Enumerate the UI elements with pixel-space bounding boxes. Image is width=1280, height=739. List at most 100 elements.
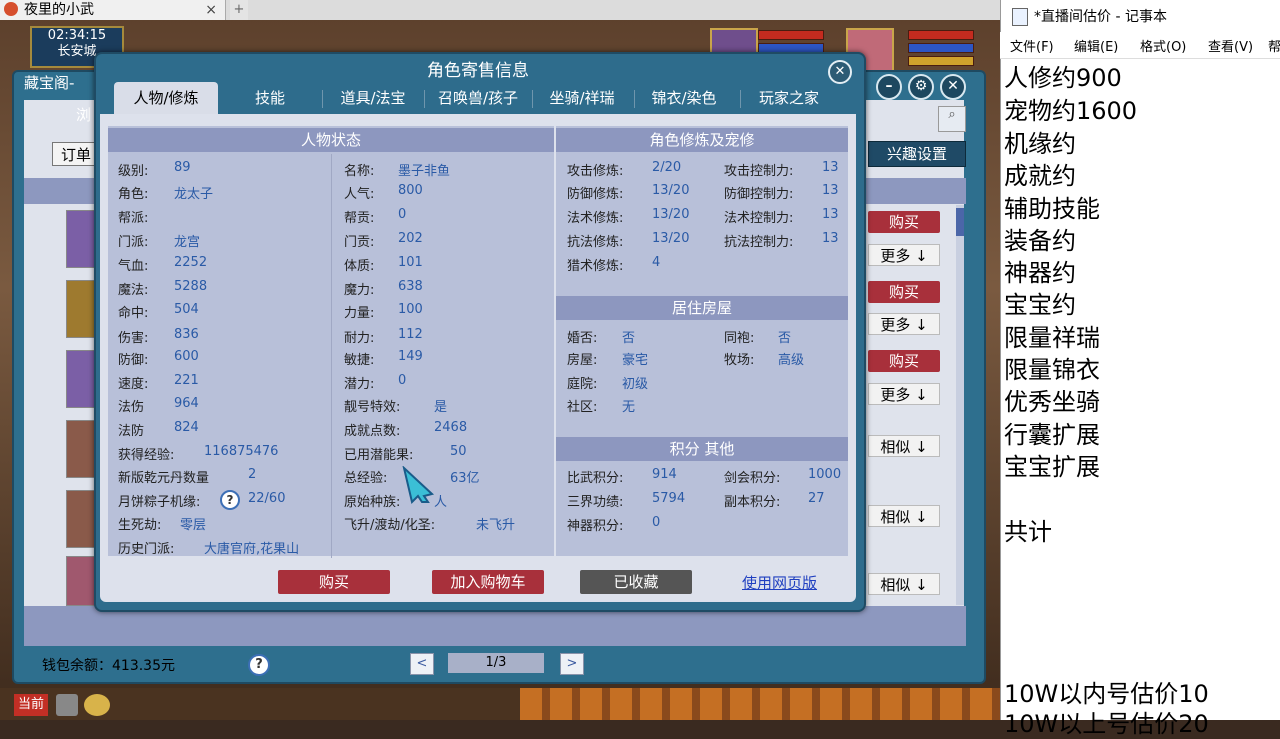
stat-row: 名称: (344, 160, 374, 179)
help-icon[interactable]: ? (248, 654, 270, 676)
close-tab-icon[interactable]: × (205, 0, 217, 20)
notepad-footer-line: 10W以上号估价20 (1004, 710, 1209, 738)
stat-label: 潜力: (344, 377, 375, 392)
tab-player-home[interactable]: 玩家之家 (742, 82, 836, 114)
stat-label: 角色: (118, 187, 149, 202)
list-scrollbar-thumb[interactable] (956, 208, 964, 236)
tab-outfits[interactable]: 锦衣/染色 (636, 82, 732, 114)
search-icon[interactable]: ⌕ (938, 106, 966, 132)
close-modal-icon[interactable]: ✕ (828, 60, 852, 84)
buy-button[interactable]: 购买 (868, 350, 940, 372)
stat-value-cell: 2252 (174, 255, 207, 270)
more-button[interactable]: 更多 ↓ (868, 313, 940, 335)
stat-row: 帮贡: (344, 207, 374, 226)
use-web-version-link[interactable]: 使用网页版 (742, 572, 817, 593)
game-toolbar-icons[interactable] (520, 688, 1000, 720)
minimize-icon[interactable]: – (876, 74, 902, 100)
stat-value: 豪宅 (622, 353, 649, 368)
modal-title: 角色寄售信息 (427, 61, 529, 81)
add-to-cart-button[interactable]: 加入购物车 (432, 570, 544, 594)
stat-label: 法伤 (118, 400, 145, 415)
list-scrollbar[interactable] (956, 205, 964, 605)
stat-value: 149 (398, 349, 423, 364)
menu-file[interactable]: 文件(F) (1010, 36, 1054, 55)
similar-button[interactable]: 相似 ↓ (868, 505, 940, 527)
stat-label: 靓号特效: (344, 400, 401, 415)
stat-value: 13 (822, 207, 839, 222)
settings-gear-icon[interactable]: ⚙ (908, 74, 934, 100)
favorited-button[interactable]: 已收藏 (580, 570, 692, 594)
similar-button[interactable]: 相似 ↓ (868, 573, 940, 595)
pet-status-bars (908, 30, 974, 69)
stat-value: 116875476 (204, 444, 279, 459)
emoji-icon[interactable] (84, 694, 110, 716)
stat-value-cell: 墨子非鱼 (398, 160, 450, 179)
notepad-line: 共计 (1004, 518, 1052, 546)
score-header: 积分 其他 (556, 437, 848, 461)
wallet-balance: 钱包余额：413.35元 (42, 658, 175, 674)
stat-row: 原始种族: (344, 491, 400, 510)
order-dropdown[interactable]: 订单 (52, 142, 100, 166)
tab-pets[interactable]: 召唤兽/孩子 (426, 82, 530, 114)
stat-label: 抗法控制力: (724, 235, 794, 250)
tab-character[interactable]: 人物/修炼 (114, 82, 218, 114)
stat-label: 抗法修炼: (567, 235, 624, 250)
stat-value-cell: 无 (622, 396, 635, 415)
microphone-icon[interactable] (56, 694, 78, 716)
stat-value-cell: 4 (652, 255, 660, 270)
buy-button[interactable]: 购买 (278, 570, 390, 594)
stat-row: 靓号特效: (344, 396, 400, 415)
menu-view[interactable]: 查看(V) (1208, 36, 1253, 55)
tab-items[interactable]: 道具/法宝 (326, 82, 420, 114)
stat-label: 新版乾元丹数量 (118, 471, 210, 486)
stat-value: 504 (174, 302, 199, 317)
stat-value-cell: 是 (434, 396, 447, 415)
prev-page-button[interactable]: < (410, 653, 434, 675)
next-page-button[interactable]: > (560, 653, 584, 675)
menu-help[interactable]: 帮 (1268, 36, 1280, 55)
notepad-line: 宝宝约 (1004, 291, 1076, 319)
stat-row: 帮派: (118, 207, 148, 226)
tab-separator (740, 90, 741, 108)
stat-value: 112 (398, 327, 423, 342)
pet-mp-bar (908, 43, 974, 53)
cangbaoge-nav[interactable]: 浏 (76, 104, 91, 125)
menu-format[interactable]: 格式(O) (1140, 36, 1186, 55)
interest-settings-button[interactable]: 兴趣设置 (868, 141, 966, 167)
buy-button[interactable]: 购买 (868, 281, 940, 303)
stat-value: 27 (808, 491, 825, 506)
close-window-icon[interactable]: ✕ (940, 74, 966, 100)
help-icon[interactable]: ? (220, 490, 240, 510)
stat-row: 法术修炼: (567, 207, 623, 226)
stat-label: 命中: (118, 306, 149, 321)
notepad-line: 机缘约 (1004, 130, 1076, 158)
buy-button[interactable]: 购买 (868, 211, 940, 233)
stat-value: 221 (174, 373, 199, 388)
tab-skills[interactable]: 技能 (222, 82, 318, 114)
stat-row: 新版乾元丹数量 (118, 467, 209, 486)
stat-label: 气血: (118, 259, 149, 274)
similar-button[interactable]: 相似 ↓ (868, 435, 940, 457)
new-tab-button[interactable]: + (230, 0, 248, 20)
browser-tab[interactable]: 夜里的小武 × (0, 0, 226, 20)
stat-label: 力量: (344, 306, 375, 321)
character-status-header: 人物状态 (108, 128, 554, 152)
stat-value-cell: 89 (174, 160, 191, 175)
stat-value: 0 (652, 515, 661, 530)
house-header: 居住房屋 (556, 296, 848, 320)
stat-row: 已用潜能果: (344, 444, 413, 463)
tab-mounts[interactable]: 坐骑/祥瑞 (534, 82, 630, 114)
stat-value-cell: 高级 (778, 349, 804, 368)
channel-current-button[interactable]: 当前 (14, 694, 48, 716)
stat-value-cell: 13 (822, 207, 839, 222)
stat-label: 攻击控制力: (724, 164, 794, 179)
more-button[interactable]: 更多 ↓ (868, 244, 940, 266)
stat-row: 体质: (344, 255, 374, 274)
more-button[interactable]: 更多 ↓ (868, 383, 940, 405)
stat-value: 22/60 (248, 491, 286, 506)
notepad-line: 装备约 (1004, 227, 1076, 255)
stat-label: 防御修炼: (567, 187, 624, 202)
stat-value: 是 (434, 400, 448, 415)
stat-value: 50 (450, 444, 467, 459)
menu-edit[interactable]: 编辑(E) (1074, 36, 1118, 55)
